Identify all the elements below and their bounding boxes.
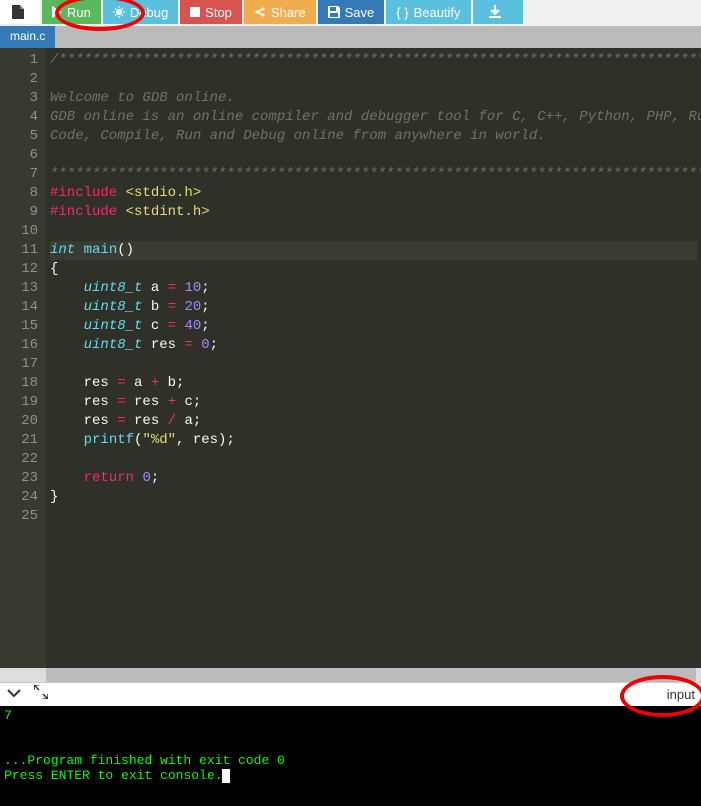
debug-label: Debug <box>130 5 168 20</box>
code-line[interactable]: uint8_t b = 20; <box>50 298 697 317</box>
stop-label: Stop <box>205 5 232 20</box>
code-line[interactable] <box>50 222 697 241</box>
save-label: Save <box>345 5 375 20</box>
run-button[interactable]: Run <box>42 0 101 24</box>
console-cursor <box>222 769 230 783</box>
console-result: 7 <box>4 708 12 723</box>
code-line[interactable]: uint8_t res = 0; <box>50 336 697 355</box>
console-prompt: Press ENTER to exit console. <box>4 768 222 783</box>
code-line[interactable]: #include <stdio.h> <box>50 184 697 203</box>
code-content[interactable]: /***************************************… <box>46 48 701 668</box>
code-line[interactable] <box>50 70 697 89</box>
code-line[interactable]: } <box>50 488 697 507</box>
stop-icon <box>190 7 200 17</box>
code-line[interactable]: res = res + c; <box>50 393 697 412</box>
console-output[interactable]: 7 ...Program finished with exit code 0 P… <box>0 706 701 806</box>
code-line[interactable]: Welcome to GDB online. <box>50 89 697 108</box>
code-line[interactable]: res = a + b; <box>50 374 697 393</box>
code-line[interactable]: int main() <box>50 241 697 260</box>
code-line[interactable]: uint8_t c = 40; <box>50 317 697 336</box>
save-icon <box>328 6 340 18</box>
beautify-button[interactable]: { } Beautify <box>386 0 470 24</box>
code-line[interactable]: ****************************************… <box>50 165 697 184</box>
console-bar: input <box>0 682 701 706</box>
code-line[interactable]: printf("%d", res); <box>50 431 697 450</box>
tab-bar: main.c <box>0 26 701 48</box>
console-finished: ...Program finished with exit code 0 <box>4 753 285 768</box>
braces-icon: { } <box>396 5 408 20</box>
code-line[interactable]: #include <stdint.h> <box>50 203 697 222</box>
code-line[interactable]: Code, Compile, Run and Debug online from… <box>50 127 697 146</box>
download-icon <box>488 5 502 19</box>
play-icon <box>52 6 62 18</box>
code-line[interactable]: GDB online is an online compiler and deb… <box>50 108 697 127</box>
run-label: Run <box>67 5 91 20</box>
line-gutter: 1234567891011121314151617181920212223242… <box>0 48 46 668</box>
horizontal-scrollbar[interactable] <box>0 668 701 682</box>
beautify-label: Beautify <box>414 5 461 20</box>
download-button[interactable] <box>473 0 523 24</box>
code-editor[interactable]: 1234567891011121314151617181920212223242… <box>0 48 701 668</box>
stop-button[interactable]: Stop <box>180 0 242 24</box>
share-label: Share <box>271 5 306 20</box>
code-line[interactable] <box>50 146 697 165</box>
code-line[interactable] <box>50 507 697 526</box>
code-line[interactable]: { <box>50 260 697 279</box>
code-line[interactable]: res = res / a; <box>50 412 697 431</box>
scrollbar-thumb[interactable] <box>46 668 696 682</box>
bug-icon <box>113 6 125 18</box>
code-line[interactable]: /***************************************… <box>50 51 697 70</box>
new-file-button[interactable] <box>0 0 40 24</box>
code-line[interactable]: return 0; <box>50 469 697 488</box>
toolbar: Run Debug Stop Share Save { } Beautify <box>0 0 701 26</box>
tab-main-c[interactable]: main.c <box>0 26 55 48</box>
save-button[interactable]: Save <box>318 0 385 24</box>
debug-button[interactable]: Debug <box>103 0 178 24</box>
console-expand-icon[interactable] <box>34 685 48 704</box>
code-line[interactable] <box>50 355 697 374</box>
console-collapse-icon[interactable] <box>6 685 22 704</box>
code-line[interactable] <box>50 450 697 469</box>
share-button[interactable]: Share <box>244 0 316 24</box>
file-icon <box>12 5 24 19</box>
console-input-tab[interactable]: input <box>667 687 695 702</box>
code-line[interactable]: uint8_t a = 10; <box>50 279 697 298</box>
share-icon <box>254 6 266 18</box>
